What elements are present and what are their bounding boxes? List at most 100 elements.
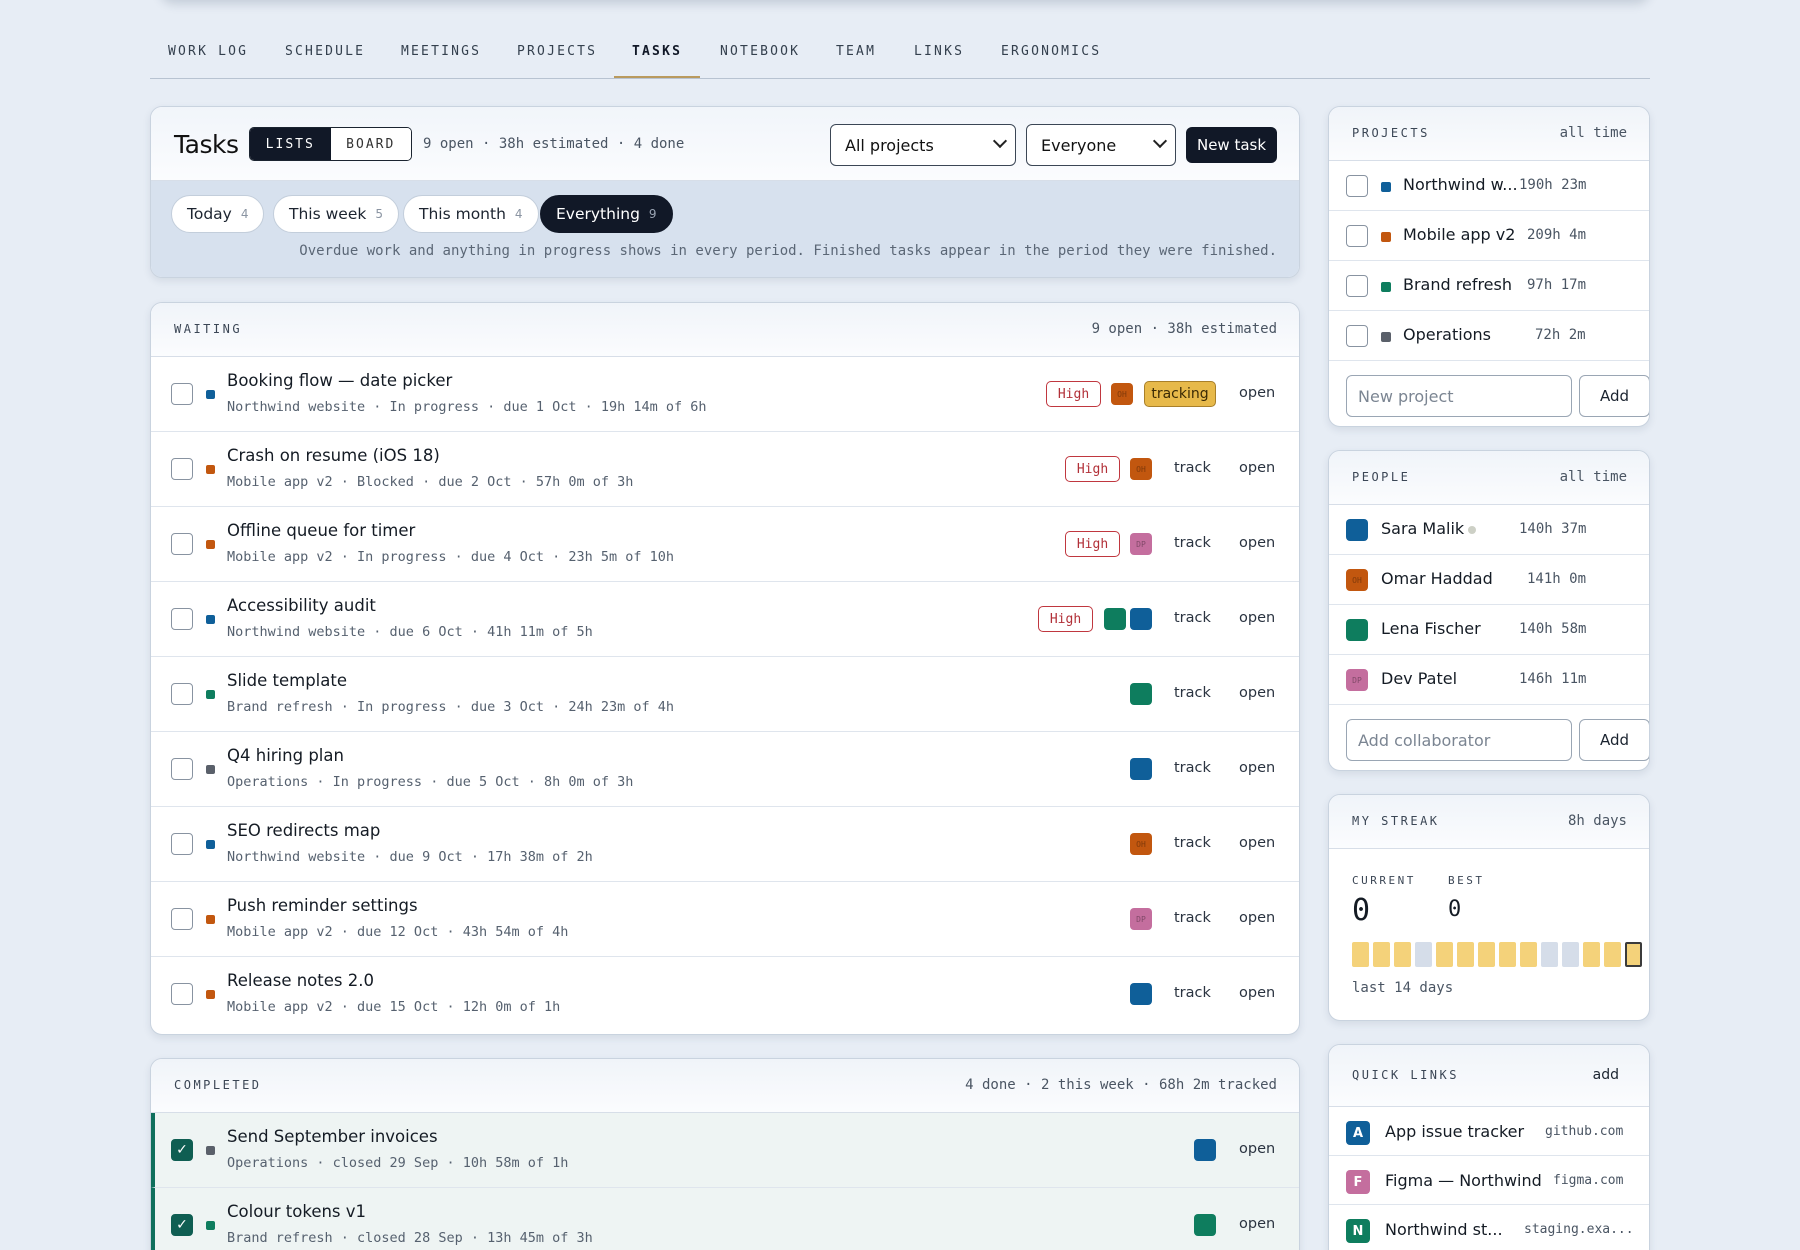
- completed-section: COMPLETED 4 done · 2 this week · 68h 2m …: [150, 1058, 1300, 1250]
- task-row[interactable]: ✓ Colour tokens v1 Brand refresh · close…: [151, 1188, 1299, 1250]
- section-label: WAITING: [174, 322, 243, 336]
- task-checkbox[interactable]: [171, 983, 193, 1005]
- open-task-link[interactable]: open: [1239, 610, 1275, 626]
- tasks-toolbar: Tasks LISTS BOARD 9 open · 38h estimated…: [151, 107, 1299, 181]
- task-row[interactable]: Offline queue for timer Mobile app v2 · …: [151, 507, 1299, 582]
- view-board-button[interactable]: BOARD: [330, 128, 411, 160]
- quick-link-item[interactable]: A App issue tracker github.com: [1329, 1107, 1649, 1156]
- task-title: Send September invoices: [227, 1127, 438, 1146]
- task-checkbox[interactable]: [171, 458, 193, 480]
- open-task-link[interactable]: open: [1239, 685, 1275, 701]
- task-checkbox-checked[interactable]: ✓: [171, 1139, 193, 1161]
- tab-meetings[interactable]: MEETINGS: [401, 44, 481, 78]
- person-item[interactable]: Lena Fischer 140h 58m: [1329, 605, 1649, 655]
- task-row[interactable]: Release notes 2.0 Mobile app v2 · due 15…: [151, 957, 1299, 1032]
- view-lists-button[interactable]: LISTS: [250, 128, 331, 160]
- project-item[interactable]: Northwind w... 190h 23m: [1329, 161, 1649, 211]
- project-item[interactable]: Brand refresh 97h 17m: [1329, 261, 1649, 311]
- project-checkbox[interactable]: [1346, 175, 1368, 197]
- new-project-input[interactable]: New project: [1346, 375, 1572, 417]
- track-task-link[interactable]: track: [1174, 760, 1211, 776]
- task-row[interactable]: ✓ Send September invoices Operations · c…: [151, 1113, 1299, 1188]
- open-task-link[interactable]: open: [1239, 1141, 1275, 1157]
- tracking-toggle[interactable]: tracking: [1144, 381, 1216, 407]
- person-item[interactable]: Sara Malik 140h 37m: [1329, 505, 1649, 555]
- quick-link-item[interactable]: F Figma — Northwind figma.com: [1329, 1156, 1649, 1205]
- open-task-link[interactable]: open: [1239, 910, 1275, 926]
- open-task-link[interactable]: open: [1239, 835, 1275, 851]
- open-task-link[interactable]: open: [1239, 760, 1275, 776]
- person-item[interactable]: OH Omar Haddad 141h 0m: [1329, 555, 1649, 605]
- tab-team[interactable]: TEAM: [836, 44, 876, 78]
- tab-work-log[interactable]: WORK LOG: [168, 44, 248, 78]
- projects-card: PROJECTS all time Northwind w... 190h 23…: [1328, 106, 1650, 427]
- project-checkbox[interactable]: [1346, 275, 1368, 297]
- track-task-link[interactable]: track: [1174, 985, 1211, 1001]
- project-checkbox[interactable]: [1346, 225, 1368, 247]
- project-color-square: [1381, 282, 1391, 292]
- add-collaborator-input[interactable]: Add collaborator: [1346, 719, 1572, 761]
- task-checkbox[interactable]: [171, 383, 193, 405]
- task-checkbox[interactable]: [171, 908, 193, 930]
- open-task-link[interactable]: open: [1239, 460, 1275, 476]
- track-task-link[interactable]: track: [1174, 835, 1211, 851]
- period-everything-pill[interactable]: Everything 9: [540, 195, 673, 233]
- people-filter-select[interactable]: Everyone: [1026, 124, 1176, 166]
- open-task-link[interactable]: open: [1239, 385, 1275, 401]
- track-task-link[interactable]: track: [1174, 535, 1211, 551]
- task-row[interactable]: Slide template Brand refresh · In progre…: [151, 657, 1299, 732]
- task-checkbox[interactable]: [171, 533, 193, 555]
- person-avatar: DP: [1346, 669, 1368, 691]
- period-today-pill[interactable]: Today 4: [171, 195, 265, 233]
- task-meta: Mobile app v2 · Blocked · due 2 Oct · 57…: [227, 474, 634, 490]
- tab-tasks[interactable]: TASKS: [614, 44, 701, 78]
- task-checkbox[interactable]: [171, 683, 193, 705]
- add-quick-link-button[interactable]: add: [1593, 1067, 1619, 1083]
- tab-links[interactable]: LINKS: [914, 44, 964, 78]
- card-scope: all time: [1559, 469, 1627, 485]
- task-row[interactable]: Push reminder settings Mobile app v2 · d…: [151, 882, 1299, 957]
- streak-day: [1478, 942, 1495, 967]
- person-item[interactable]: DP Dev Patel 146h 11m: [1329, 655, 1649, 705]
- task-row[interactable]: Booking flow — date picker Northwind web…: [151, 357, 1299, 432]
- project-checkbox[interactable]: [1346, 325, 1368, 347]
- track-task-link[interactable]: track: [1174, 910, 1211, 926]
- quick-link-item[interactable]: N Northwind st... staging.exa...: [1329, 1205, 1649, 1250]
- track-task-link[interactable]: track: [1174, 610, 1211, 626]
- task-row[interactable]: SEO redirects map Northwind website · du…: [151, 807, 1299, 882]
- project-item[interactable]: Operations 72h 2m: [1329, 311, 1649, 361]
- project-item[interactable]: Mobile app v2 209h 4m: [1329, 211, 1649, 261]
- task-checkbox[interactable]: [171, 833, 193, 855]
- task-meta: Operations · closed 29 Sep · 10h 58m of …: [227, 1155, 569, 1171]
- link-host: github.com: [1545, 1124, 1624, 1139]
- task-title: Colour tokens v1: [227, 1202, 367, 1221]
- tab-ergonomics[interactable]: ERGONOMICS: [1001, 44, 1101, 78]
- task-meta: Operations · In progress · due 5 Oct · 8…: [227, 774, 634, 790]
- streak-day: [1394, 942, 1411, 967]
- tab-schedule[interactable]: SCHEDULE: [285, 44, 365, 78]
- task-row[interactable]: Crash on resume (iOS 18) Mobile app v2 ·…: [151, 432, 1299, 507]
- tab-notebook[interactable]: NOTEBOOK: [720, 44, 800, 78]
- task-checkbox-checked[interactable]: ✓: [171, 1214, 193, 1236]
- add-project-button[interactable]: Add: [1579, 375, 1649, 417]
- tab-projects[interactable]: PROJECTS: [517, 44, 597, 78]
- task-row[interactable]: Q4 hiring plan Operations · In progress …: [151, 732, 1299, 807]
- task-checkbox[interactable]: [171, 608, 193, 630]
- streak-footer: last 14 days: [1352, 980, 1454, 996]
- track-task-link[interactable]: track: [1174, 685, 1211, 701]
- new-task-button[interactable]: New task: [1186, 127, 1277, 163]
- assignee-avatar: [1130, 983, 1152, 1005]
- period-this-month-pill[interactable]: This month 4: [403, 195, 539, 233]
- open-task-link[interactable]: open: [1239, 535, 1275, 551]
- period-this-week-pill[interactable]: This week 5: [273, 195, 399, 233]
- period-label: Everything: [556, 205, 640, 223]
- open-task-link[interactable]: open: [1239, 985, 1275, 1001]
- open-task-link[interactable]: open: [1239, 1216, 1275, 1232]
- project-filter-select[interactable]: All projects: [830, 124, 1016, 166]
- track-task-link[interactable]: track: [1174, 460, 1211, 476]
- task-checkbox[interactable]: [171, 758, 193, 780]
- view-toggle: LISTS BOARD: [249, 127, 412, 161]
- task-row[interactable]: Accessibility audit Northwind website · …: [151, 582, 1299, 657]
- assignee-avatar: [1130, 683, 1152, 705]
- add-collaborator-button[interactable]: Add: [1579, 719, 1649, 761]
